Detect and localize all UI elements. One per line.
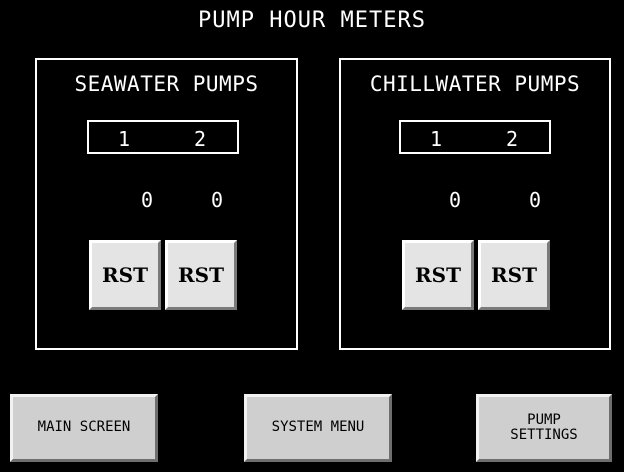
seawater-pump-2-hours: 0: [211, 188, 224, 212]
seawater-pump-2-reset-button[interactable]: RST: [165, 240, 237, 310]
chillwater-pumps-panel: CHILLWATER PUMPS 1 2 0 0 RST RST: [339, 58, 611, 350]
seawater-pump-1-label: 1: [118, 127, 131, 151]
seawater-pump-2-label: 2: [194, 127, 207, 151]
chillwater-pump-2-reset-button[interactable]: RST: [478, 240, 550, 310]
pump-settings-label-line1: PUMP: [527, 411, 561, 428]
chillwater-pump-1-reset-button[interactable]: RST: [402, 240, 474, 310]
seawater-pumps-panel: SEAWATER PUMPS 1 2 0 0 RST RST: [35, 58, 298, 350]
chillwater-pump-1-hours: 0: [449, 188, 462, 212]
page-title: PUMP HOUR METERS: [198, 8, 426, 33]
system-menu-button[interactable]: SYSTEM MENU: [244, 394, 392, 462]
chillwater-pump-2-label: 2: [506, 127, 519, 151]
pump-settings-label-line2: SETTINGS: [510, 427, 578, 443]
seawater-pump-1-reset-button[interactable]: RST: [89, 240, 161, 310]
chillwater-pump-2-hours: 0: [529, 188, 542, 212]
seawater-pump-number-header: 1 2: [87, 120, 239, 154]
pump-settings-button[interactable]: PUMP SETTINGS: [476, 394, 612, 462]
seawater-panel-title: SEAWATER PUMPS: [74, 72, 259, 96]
chillwater-pump-1-label: 1: [430, 127, 443, 151]
chillwater-pump-number-header: 1 2: [399, 120, 551, 154]
main-screen-button[interactable]: MAIN SCREEN: [10, 394, 158, 462]
chillwater-panel-title: CHILLWATER PUMPS: [369, 72, 581, 96]
seawater-pump-1-hours: 0: [141, 188, 154, 212]
